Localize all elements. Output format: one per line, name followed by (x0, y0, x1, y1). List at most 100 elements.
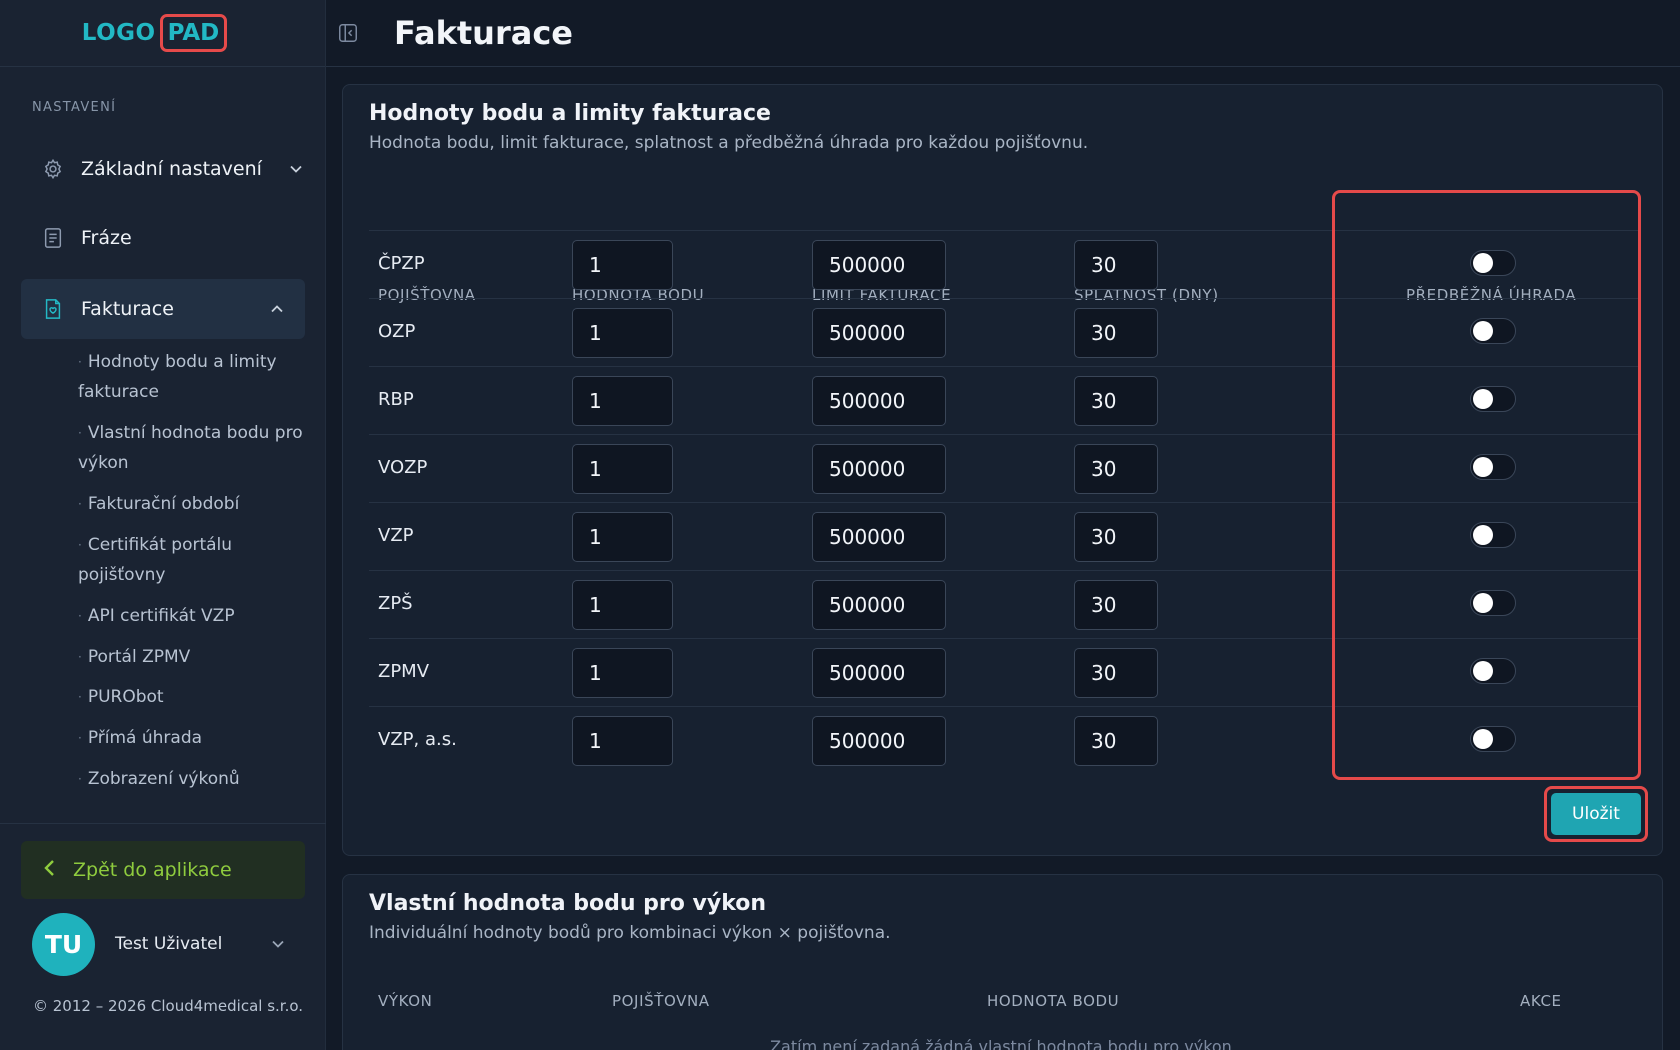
point-value-input[interactable]: 1 (572, 308, 673, 358)
invoice-limit-input[interactable]: 500000 (812, 240, 946, 290)
prepayment-toggle[interactable] (1470, 454, 1516, 480)
insurer-name: VZP (378, 525, 414, 546)
document-icon (41, 226, 65, 250)
due-days-input[interactable]: 30 (1074, 648, 1158, 698)
point-value-input[interactable]: 1 (572, 512, 673, 562)
chevron-down-icon (272, 936, 284, 952)
table-row: VZP 1 500000 30 (369, 502, 1639, 570)
column-header-actions: AKCE (1520, 992, 1562, 1010)
sidebar-item-invoicing[interactable]: Fakturace (21, 279, 305, 339)
invoice-limit-input[interactable]: 500000 (812, 648, 946, 698)
gear-icon (41, 157, 65, 181)
settings-section-label: NASTAVENÍ (32, 100, 117, 115)
sidebar-subitem-invoicing-period[interactable]: · Fakturační období (78, 489, 308, 519)
due-days-input[interactable]: 30 (1074, 580, 1158, 630)
prepayment-toggle[interactable] (1470, 590, 1516, 616)
insurer-name: ČPZP (378, 253, 425, 274)
toggle-knob (1473, 661, 1493, 681)
back-to-app-button[interactable]: Zpět do aplikace (21, 841, 305, 899)
sidebar-item-label: Fráze (81, 227, 132, 249)
sidebar-item-label: Fakturace (81, 298, 174, 320)
topbar: Fakturace (326, 0, 1680, 67)
sidebar: LOGO PAD NASTAVENÍ Základní nastavení Fr… (0, 0, 326, 1050)
table-row: OZP 1 500000 30 (369, 298, 1639, 366)
sidebar-subitem-point-values-limits[interactable]: · Hodnoty bodu a limity fakturace (78, 347, 308, 407)
point-value-input[interactable]: 1 (572, 376, 673, 426)
user-menu[interactable]: TU Test Uživatel (32, 912, 304, 976)
sidebar-item-phrases[interactable]: Fráze (21, 208, 305, 268)
logo-text: LOGO (81, 20, 156, 46)
column-header-procedure: VÝKON (378, 992, 433, 1010)
sidebar-subitem-direct-payment[interactable]: · Přímá úhrada (78, 723, 308, 753)
chevron-up-icon (271, 302, 283, 317)
prepayment-toggle[interactable] (1470, 522, 1516, 548)
table-row: ZPŠ 1 500000 30 (369, 570, 1639, 638)
logo[interactable]: LOGO PAD (0, 0, 325, 67)
due-days-input[interactable]: 30 (1074, 240, 1158, 290)
point-value-input[interactable]: 1 (572, 580, 673, 630)
invoice-limit-input[interactable]: 500000 (812, 376, 946, 426)
table-row: VOZP 1 500000 30 (369, 434, 1639, 502)
page-title: Fakturace (394, 14, 573, 52)
logo-pad-text: PAD (159, 14, 228, 52)
save-button-highlight: Uložit (1544, 786, 1648, 842)
due-days-input[interactable]: 30 (1074, 308, 1158, 358)
point-value-input[interactable]: 1 (572, 240, 673, 290)
point-value-input[interactable]: 1 (572, 648, 673, 698)
back-to-app-label: Zpět do aplikace (73, 859, 232, 881)
due-days-input[interactable]: 30 (1074, 376, 1158, 426)
chevron-down-icon (290, 162, 302, 177)
card-title: Vlastní hodnota bodu pro výkon (369, 891, 767, 916)
invoice-limit-input[interactable]: 500000 (812, 512, 946, 562)
invoice-limit-input[interactable]: 500000 (812, 580, 946, 630)
card-title: Hodnoty bodu a limity fakturace (369, 101, 771, 126)
prepayment-toggle[interactable] (1470, 250, 1516, 276)
toggle-knob (1473, 253, 1493, 273)
toggle-knob (1473, 321, 1493, 341)
prepayment-toggle[interactable] (1470, 726, 1516, 752)
copyright: © 2012 – 2026 Cloud4medical s.r.o. (33, 997, 304, 1015)
table-row: VZP, a.s. 1 500000 30 (369, 706, 1639, 774)
table-row: ZPMV 1 500000 30 (369, 638, 1639, 706)
prepayment-toggle[interactable] (1470, 318, 1516, 344)
toggle-knob (1473, 593, 1493, 613)
insurer-name: VZP, a.s. (378, 729, 457, 750)
invoice-limit-input[interactable]: 500000 (812, 716, 946, 766)
save-button[interactable]: Uložit (1551, 793, 1641, 835)
invoice-limit-input[interactable]: 500000 (812, 308, 946, 358)
toggle-knob (1473, 457, 1493, 477)
due-days-input[interactable]: 30 (1074, 716, 1158, 766)
sidebar-item-basic-settings[interactable]: Základní nastavení (21, 139, 305, 199)
toggle-knob (1473, 729, 1493, 749)
invoice-limit-input[interactable]: 500000 (812, 444, 946, 494)
sidebar-subitem-purobot[interactable]: · PURObot (78, 682, 308, 712)
toggle-knob (1473, 389, 1493, 409)
invoice-icon (41, 297, 65, 321)
sidebar-collapse-icon[interactable] (336, 21, 360, 45)
sidebar-subitem-custom-point-value[interactable]: · Vlastní hodnota bodu pro výkon (78, 418, 308, 478)
chevron-left-icon (43, 858, 55, 883)
sidebar-subitem-api-certificate-vzp[interactable]: · API certifikát VZP (78, 601, 308, 631)
point-values-limits-card: Hodnoty bodu a limity fakturace Hodnota … (342, 84, 1663, 856)
column-header-point-value: HODNOTA BODU (987, 992, 1120, 1010)
sidebar-subitem-portal-zpmv[interactable]: · Portál ZPMV (78, 642, 308, 672)
column-header-insurer: POJIŠŤOVNA (612, 992, 710, 1010)
prepayment-toggle[interactable] (1470, 658, 1516, 684)
prepayment-toggle[interactable] (1470, 386, 1516, 412)
table-row: ČPZP 1 500000 30 (369, 230, 1639, 298)
point-value-input[interactable]: 1 (572, 444, 673, 494)
card-subtitle: Individuální hodnoty bodů pro kombinaci … (369, 923, 891, 943)
due-days-input[interactable]: 30 (1074, 512, 1158, 562)
toggle-knob (1473, 525, 1493, 545)
sidebar-item-label: Základní nastavení (81, 158, 262, 180)
table-row: RBP 1 500000 30 (369, 366, 1639, 434)
due-days-input[interactable]: 30 (1074, 444, 1158, 494)
sidebar-subitem-procedures-display[interactable]: · Zobrazení výkonů (78, 764, 308, 794)
insurer-name: VOZP (378, 457, 428, 478)
empty-state-message: Zatím není zadaná žádná vlastní hodnota … (770, 1037, 1237, 1050)
insurer-name: ZPŠ (378, 593, 413, 614)
insurer-name: RBP (378, 389, 414, 410)
sidebar-subitem-insurer-portal-certificate[interactable]: · Certifikát portálu pojišťovny (78, 530, 308, 590)
point-value-input[interactable]: 1 (572, 716, 673, 766)
card-subtitle: Hodnota bodu, limit fakturace, splatnost… (369, 133, 1089, 153)
